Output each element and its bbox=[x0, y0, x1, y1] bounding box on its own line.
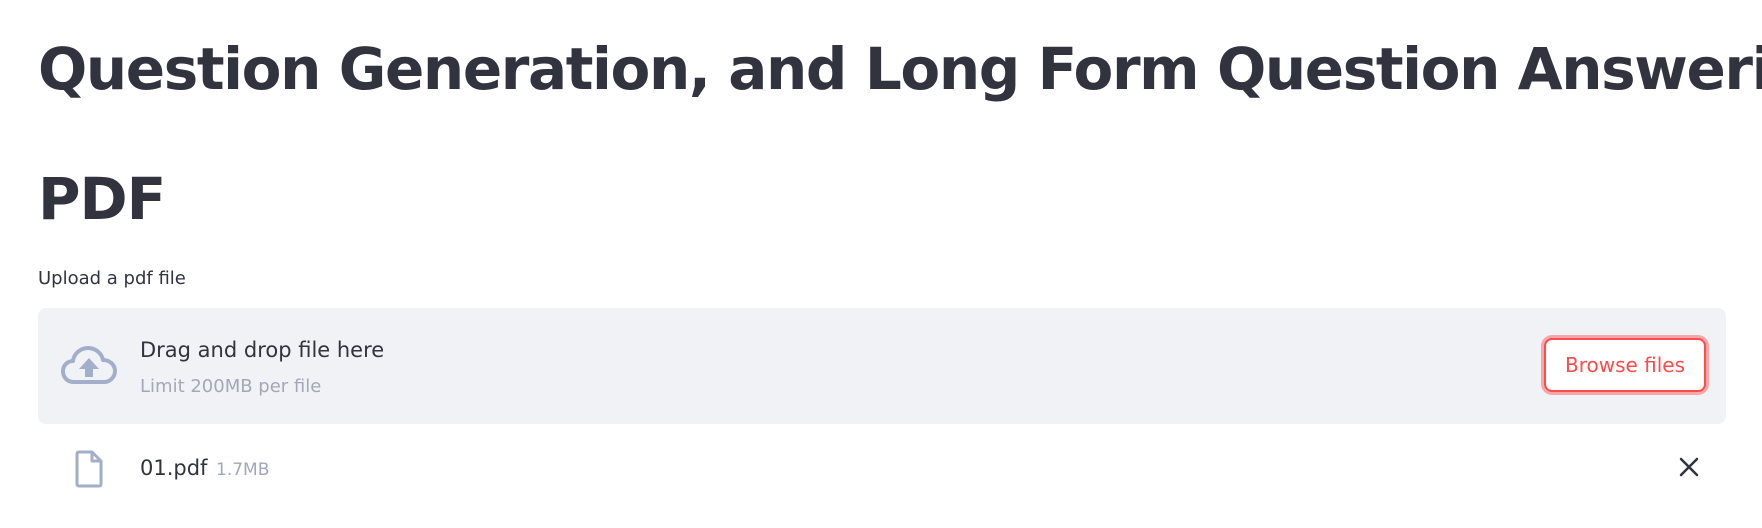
browse-files-button[interactable]: Browse files bbox=[1544, 338, 1706, 392]
file-size: 1.7MB bbox=[216, 460, 270, 480]
upload-label: Upload a pdf file bbox=[38, 268, 186, 289]
file-icon bbox=[74, 450, 104, 488]
cloud-upload-icon bbox=[60, 344, 118, 388]
file-name: 01.pdf bbox=[140, 456, 208, 480]
remove-file-button[interactable] bbox=[1674, 452, 1704, 482]
dropzone-instructions: Drag and drop file here bbox=[140, 338, 385, 362]
file-dropzone[interactable]: Drag and drop file here Limit 200MB per … bbox=[38, 308, 1726, 424]
dropzone-limit: Limit 200MB per file bbox=[140, 376, 322, 397]
page-title: Question Generation, and Long Form Quest… bbox=[38, 35, 1762, 103]
close-icon bbox=[1674, 457, 1704, 485]
section-title: PDF bbox=[38, 165, 166, 233]
uploaded-file-row: 01.pdf 1.7MB bbox=[38, 436, 1726, 496]
